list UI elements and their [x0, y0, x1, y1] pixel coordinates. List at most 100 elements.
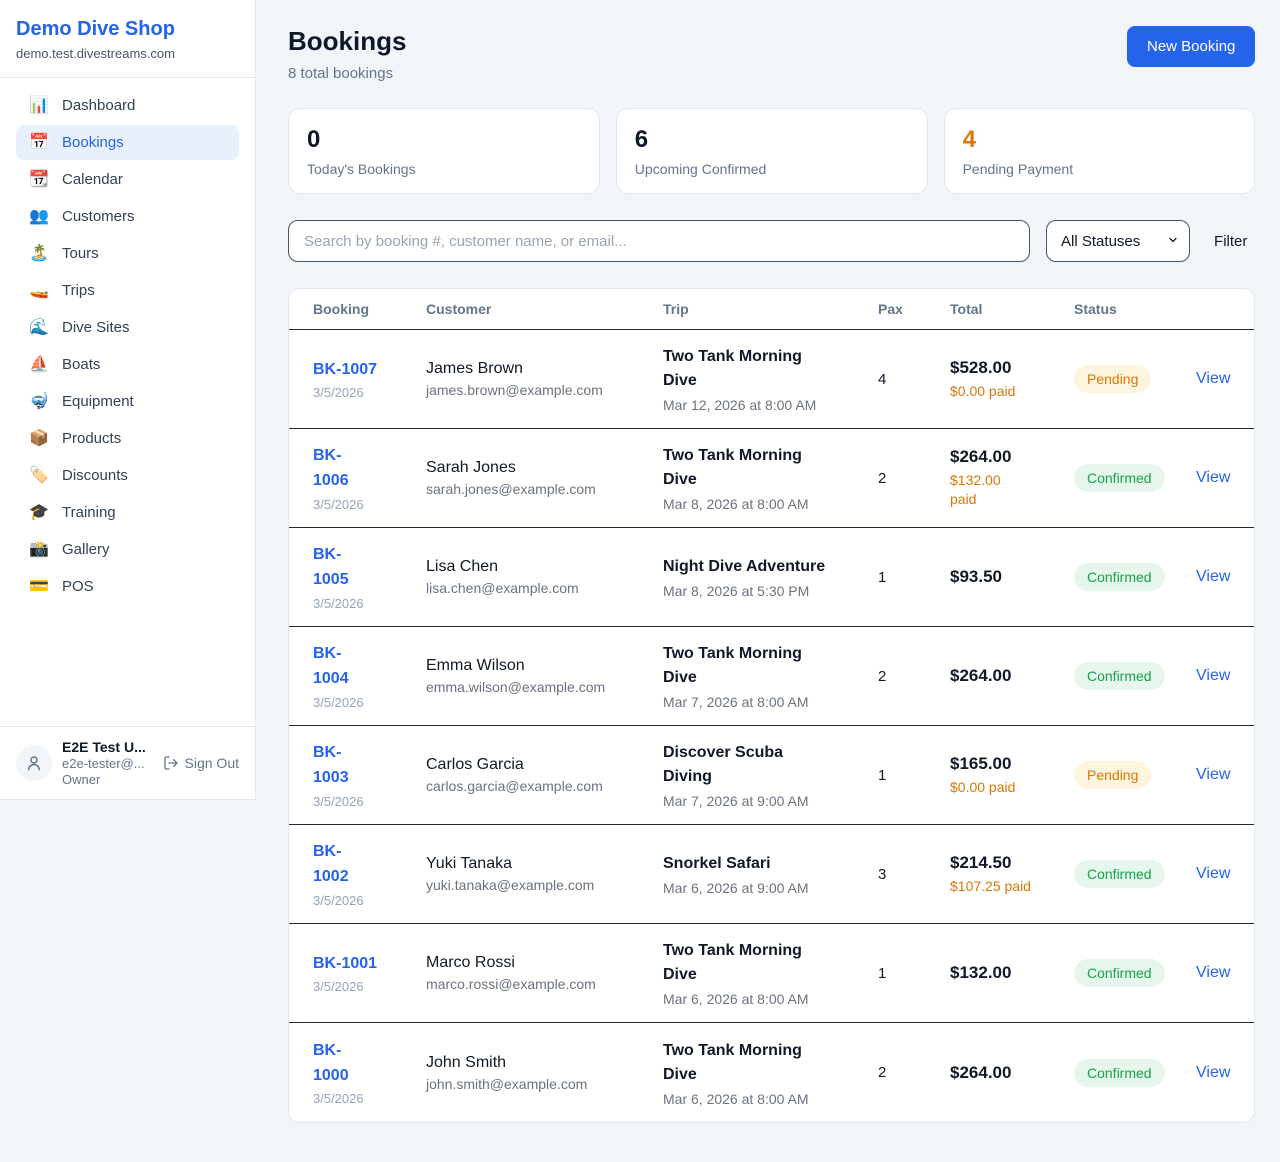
status-badge: Confirmed: [1074, 860, 1165, 888]
total-amount: $264.00: [950, 666, 1074, 686]
user-role: Owner: [62, 772, 146, 787]
trip-datetime: Mar 7, 2026 at 9:00 AM: [663, 793, 878, 809]
main-content: Bookings 8 total bookings New Booking 0T…: [256, 0, 1280, 1162]
customer-email: marco.rossi@example.com: [426, 976, 663, 992]
stats-row: 0Today's Bookings6Upcoming Confirmed4Pen…: [288, 108, 1255, 194]
total-amount: $132.00: [950, 963, 1074, 983]
booking-number-link[interactable]: BK-1007: [313, 358, 377, 383]
table-row: BK-10013/5/2026Marco Rossimarco.rossi@ex…: [289, 924, 1254, 1023]
trip-cell: Discover Scuba Diving Mar 7, 2026 at 9:00…: [663, 741, 878, 809]
total-cell: $165.00$0.00 paid: [950, 754, 1074, 797]
booking-number-link[interactable]: BK-1004: [313, 642, 349, 692]
customer-name: Yuki Tanaka: [426, 855, 663, 873]
trip-datetime: Mar 8, 2026 at 5:30 PM: [663, 583, 878, 599]
sidebar-item-bookings[interactable]: 📅Bookings: [16, 125, 239, 160]
sign-out-label: Sign Out: [185, 755, 239, 771]
sidebar-item-calendar[interactable]: 📆Calendar: [16, 162, 239, 197]
booking-number-link[interactable]: BK-1002: [313, 840, 349, 890]
column-header-trip: Trip: [663, 301, 878, 317]
booking-number-link[interactable]: BK-1000: [313, 1039, 349, 1089]
tear-calendar-icon: 📆: [29, 172, 49, 188]
trip-datetime: Mar 6, 2026 at 9:00 AM: [663, 880, 878, 896]
sidebar-item-pos[interactable]: 💳POS: [16, 569, 239, 604]
sidebar-item-gallery[interactable]: 📸 Gallery: [16, 532, 239, 567]
booking-number-link[interactable]: BK-1001: [313, 952, 377, 977]
sidebar-item-training[interactable]: 🎓Training: [16, 495, 239, 530]
trip-datetime: Mar 6, 2026 at 8:00 AM: [663, 991, 878, 1007]
grad-cap-icon: 🎓: [29, 505, 49, 521]
booking-number-link[interactable]: BK-1006: [313, 444, 349, 494]
sidebar-item-boats[interactable]: ⛵Boats: [16, 347, 239, 382]
table-row: BK-10003/5/2026John Smithjohn.smith@exam…: [289, 1023, 1254, 1122]
trip-name: Two Tank Morning Dive: [663, 444, 833, 492]
status-filter-select[interactable]: All Statuses: [1046, 220, 1190, 262]
bar-chart-icon: 📊: [29, 98, 49, 114]
status-cell: Confirmed: [1074, 563, 1196, 591]
search-input[interactable]: [288, 220, 1030, 262]
controls-row: All Statuses Filter: [288, 220, 1255, 262]
total-cell: $93.50: [950, 567, 1074, 587]
sidebar-item-equipment[interactable]: 🤿Equipment: [16, 384, 239, 419]
camera-icon: 📸: [29, 542, 49, 558]
logout-icon: [163, 755, 179, 771]
sidebar-item-label: Gallery: [62, 541, 110, 558]
view-link[interactable]: View: [1196, 469, 1230, 486]
view-link[interactable]: View: [1196, 766, 1230, 783]
view-link[interactable]: View: [1196, 1064, 1230, 1081]
trip-name: Discover Scuba Diving: [663, 741, 833, 789]
amount-paid: $107.25 paid: [950, 877, 1040, 896]
sidebar-item-label: Bookings: [62, 134, 124, 151]
sidebar-item-dashboard[interactable]: 📊Dashboard: [16, 88, 239, 123]
trip-datetime: Mar 8, 2026 at 8:00 AM: [663, 496, 878, 512]
avatar: [16, 745, 52, 781]
brand: Demo Dive Shop demo.test.divestreams.com: [0, 0, 255, 78]
sidebar-item-trips[interactable]: 🚤Trips: [16, 273, 239, 308]
table-row: BK-10063/5/2026Sarah Jonessarah.jones@ex…: [289, 429, 1254, 528]
brand-name[interactable]: Demo Dive Shop: [16, 18, 239, 41]
status-badge: Confirmed: [1074, 959, 1165, 987]
view-link[interactable]: View: [1196, 964, 1230, 981]
sidebar-item-products[interactable]: 📦Products: [16, 421, 239, 456]
person-icon: [25, 754, 43, 772]
view-link[interactable]: View: [1196, 667, 1230, 684]
trip-cell: Two Tank Morning Dive Mar 8, 2026 at 8:00…: [663, 444, 878, 512]
trip-datetime: Mar 12, 2026 at 8:00 AM: [663, 397, 878, 413]
booking-number-link[interactable]: BK-1005: [313, 543, 349, 593]
sidebar-item-customers[interactable]: 👥Customers: [16, 199, 239, 234]
booking-cell: BK-10053/5/2026: [313, 543, 426, 611]
booking-cell: BK-1001 3/5/2026: [313, 952, 426, 995]
sailboat-icon: ⛵: [29, 357, 49, 373]
customer-email: james.brown@example.com: [426, 382, 663, 398]
pax-cell: 4: [878, 371, 950, 388]
page-header: Bookings 8 total bookings New Booking: [288, 26, 1255, 82]
total-amount: $264.00: [950, 447, 1074, 467]
sidebar-nav: 📊Dashboard📅Bookings📆Calendar👥Customers🏝️…: [0, 78, 255, 606]
trip-cell: Snorkel SafariMar 6, 2026 at 9:00 AM: [663, 852, 878, 896]
view-link[interactable]: View: [1196, 370, 1230, 387]
amount-paid: $0.00 paid: [950, 382, 1040, 401]
sidebar-item-discounts[interactable]: 🏷️Discounts: [16, 458, 239, 493]
pax-cell: 1: [878, 767, 950, 784]
booking-date: 3/5/2026: [313, 385, 426, 400]
amount-paid: $0.00 paid: [950, 778, 1040, 797]
trip-name: Two Tank Morning Dive: [663, 939, 833, 987]
pax-cell: 3: [878, 866, 950, 883]
booking-number-link[interactable]: BK-1003: [313, 741, 349, 791]
sidebar-item-tours[interactable]: 🏝️Tours: [16, 236, 239, 271]
stat-label: Pending Payment: [963, 161, 1237, 177]
actions-cell: View: [1196, 568, 1230, 586]
people-icon: 👥: [29, 209, 49, 225]
total-cell: $528.00$0.00 paid: [950, 358, 1074, 401]
booking-date: 3/5/2026: [313, 695, 426, 710]
sidebar-item-dive-sites[interactable]: 🌊Dive Sites: [16, 310, 239, 345]
filter-button[interactable]: Filter: [1206, 233, 1255, 250]
user-panel: E2E Test U... e2e-tester@... Owner Sign …: [0, 726, 255, 799]
page-title: Bookings: [288, 26, 406, 57]
booking-date: 3/5/2026: [313, 979, 426, 994]
view-link[interactable]: View: [1196, 568, 1230, 585]
view-link[interactable]: View: [1196, 865, 1230, 882]
stat-value: 4: [963, 126, 1237, 154]
total-cell: $264.00: [950, 1063, 1074, 1083]
new-booking-button[interactable]: New Booking: [1127, 26, 1255, 67]
sign-out-button[interactable]: Sign Out: [163, 755, 239, 771]
